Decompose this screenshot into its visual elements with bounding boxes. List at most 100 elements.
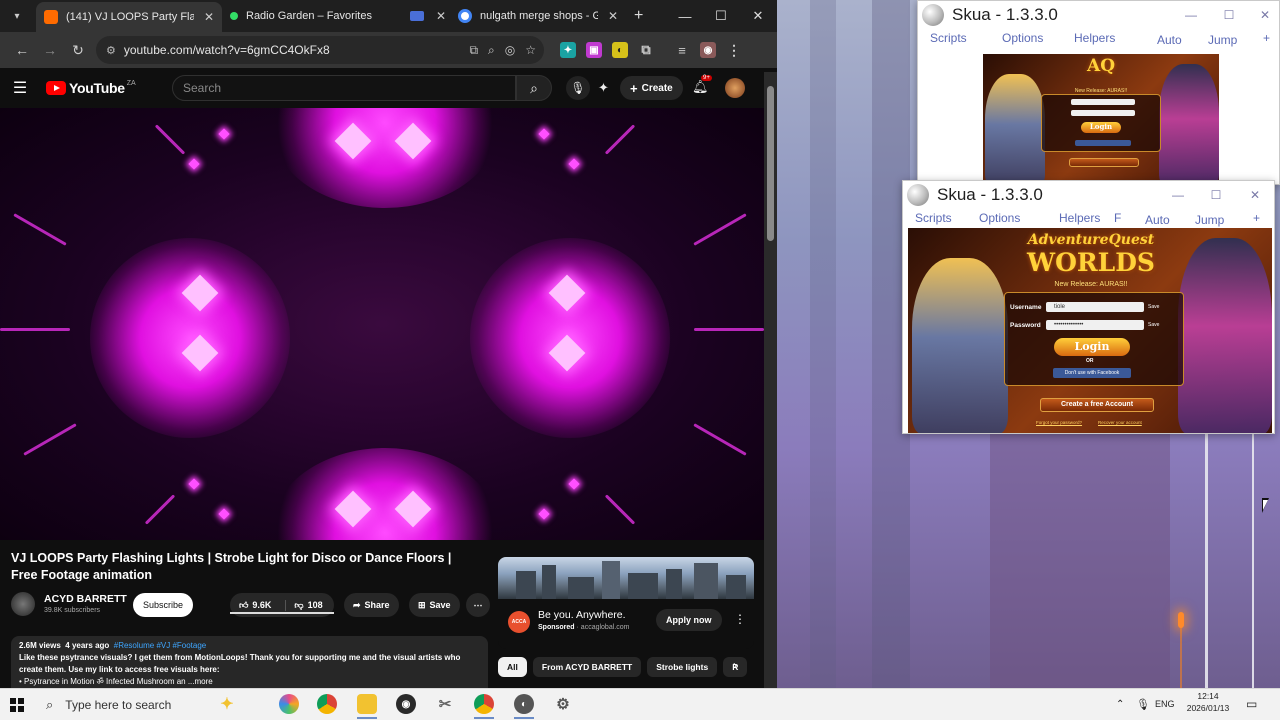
reload-icon[interactable]: ↻ [64,36,92,64]
profile-icon[interactable]: ◉ [700,42,716,58]
menu-jump[interactable]: Jump [1195,213,1224,227]
chip-from-channel[interactable]: From ACYD BARRETT [532,657,642,677]
language-indicator[interactable]: ENG [1155,688,1175,720]
notifications-bell-icon[interactable]: 🔔︎ [692,79,709,95]
snipping-tool-icon[interactable]: ✂ [435,694,455,714]
ad-image[interactable] [498,557,754,599]
url-field[interactable]: ⚙ youtube.com/watch?v=6gmCC4OkFx8 ⧉ ⌕ ◎ … [96,36,544,64]
add-icon[interactable]: + [1263,31,1270,45]
dislike-count[interactable]: 108 [308,600,323,610]
maximize-icon[interactable]: ☐ [1216,1,1242,29]
back-icon[interactable]: ← [8,36,36,64]
channel-avatar[interactable] [11,592,35,616]
menu-options[interactable]: Options [1002,31,1043,45]
more-actions-icon[interactable]: ⋯ [466,593,490,617]
username-field[interactable]: tiole [1046,302,1144,312]
add-icon[interactable]: + [1253,211,1260,225]
create-button[interactable]: + Create [620,76,683,100]
subscribe-button[interactable]: Subscribe [133,593,194,617]
menu-kebab-icon[interactable]: ⋮ [726,42,742,58]
facebook-login-button[interactable]: Don't use with Facebook [1053,368,1131,378]
close-tab-icon[interactable]: ✕ [608,9,618,23]
save-button[interactable]: ⊞ Save [409,593,460,617]
minimize-icon[interactable]: — [1178,1,1204,29]
description-text[interactable]: • Psytrance in Motion ॐ Infected Mushroo… [19,676,480,688]
save-password-checkbox[interactable]: Save [1148,322,1159,328]
skua-window-front[interactable]: Skua - 1.3.3.0 — ☐ ✕ Scripts Options Hel… [902,180,1275,434]
microphone-icon[interactable]: 🎙︎ [566,76,590,100]
extension-icon[interactable]: ◐ [612,42,628,58]
bookmark-star-icon[interactable]: ☆ [525,43,536,58]
username-field[interactable] [1071,99,1135,105]
share-button[interactable]: ➦ Share [344,593,399,617]
description-box[interactable]: 2.6M views 4 years ago #Resolume #VJ #Fo… [11,636,488,688]
close-window-icon[interactable]: ✕ [1252,1,1278,29]
maximize-icon[interactable]: ☐ [1203,181,1229,209]
thumbs-down-icon[interactable]: 👎︎ [285,599,304,611]
apply-now-button[interactable]: Apply now [656,609,722,631]
search-icon[interactable]: ⌕ [516,75,552,101]
cast-icon[interactable]: ✦ [598,80,609,96]
create-account-button[interactable]: Create a free Account [1040,398,1154,412]
save-username-checkbox[interactable]: Save [1148,304,1159,310]
menu-helpers[interactable]: Helpers [1074,31,1115,45]
install-app-icon[interactable]: ⧉ [469,43,478,58]
menu-scripts[interactable]: Scripts [915,211,952,225]
menu-jump[interactable]: Jump [1208,33,1237,47]
photos-app-icon[interactable] [279,694,299,714]
close-tab-icon[interactable]: ✕ [436,9,446,23]
taskbar-search-input[interactable]: ⌕ Type here to search [34,689,248,720]
skua-titlebar[interactable]: Skua - 1.3.3.0 — ☐ ✕ [903,181,1274,209]
maximize-icon[interactable]: ☐ [703,0,739,32]
menu-auto[interactable]: Auto [1157,33,1182,47]
ad-menu-kebab-icon[interactable]: ⋮ [734,612,746,626]
password-field[interactable]: •••••••••••••• [1046,320,1144,330]
menu-scripts[interactable]: Scripts [930,31,967,45]
login-button[interactable]: Login [1081,122,1121,133]
steam-app-icon[interactable]: ◉ [396,694,416,714]
skua-app-icon[interactable]: ◐ [514,694,534,714]
scrollbar-thumb[interactable] [767,86,774,241]
site-info-icon[interactable]: ⚙ [106,44,116,57]
like-count[interactable]: 9.6K [252,600,271,610]
clock[interactable]: 12:14 2026/01/13 [1186,690,1230,714]
extension-icon[interactable]: ✦ [560,42,576,58]
ad-title[interactable]: Be you. Anywhere. [538,609,626,621]
channel-name[interactable]: ACYD BARRETT [44,593,127,605]
close-tab-icon[interactable]: ✕ [204,10,214,24]
chip-all[interactable]: All [498,657,527,677]
tab-radio-garden[interactable]: Radio Garden – Favorites [222,0,402,32]
new-tab-icon[interactable]: + [634,7,643,25]
zoom-icon[interactable]: ⌕ [488,43,495,58]
minimize-icon[interactable]: — [1165,181,1191,209]
page-scrollbar[interactable] [764,72,777,688]
menu-auto[interactable]: Auto [1145,213,1170,227]
menu-options[interactable]: Options [979,211,1020,225]
tab-search-icon[interactable]: ▾ [4,3,30,29]
tab-untitled[interactable]: ✕ [402,0,450,32]
media-control-icon[interactable]: ≡ [674,42,690,58]
settings-gear-icon[interactable]: ⚙ [553,694,573,714]
password-field[interactable] [1071,110,1135,116]
extension-icon[interactable]: ▣ [586,42,602,58]
hashtags[interactable]: #Resolume #VJ #Footage [114,641,207,650]
ad-card[interactable]: ACCA Be you. Anywhere. Sponsored · accag… [498,557,754,649]
skua-window-back[interactable]: Skua - 1.3.3.0 — ☐ ✕ Scripts Options Hel… [917,0,1280,185]
search-input[interactable]: Search [172,75,516,101]
youtube-logo[interactable]: YouTube ZA [46,80,136,96]
facebook-button[interactable] [1075,140,1131,146]
recover-account-link[interactable]: Recover your account [1098,420,1142,425]
menu-helpers[interactable]: Helpers [1059,211,1100,225]
close-window-icon[interactable]: ✕ [740,0,776,32]
tracking-icon[interactable]: ◎ [505,43,515,58]
login-button[interactable]: Login [1054,338,1130,356]
search-highlight-icon[interactable]: ✦ [217,694,237,714]
thumbs-up-icon[interactable]: 👍︎ [239,600,248,611]
microphone-tray-icon[interactable]: 🎙︎ [1136,688,1150,720]
video-player[interactable] [0,108,764,540]
chrome-active-app-icon[interactable] [474,694,494,714]
chevron-right-icon[interactable]: › [733,658,737,672]
tab-youtube[interactable]: (141) VJ LOOPS Party Flashing L ✕ [36,2,222,32]
chip-strobe-lights[interactable]: Strobe lights [647,657,718,677]
minimize-icon[interactable]: — [667,0,703,32]
